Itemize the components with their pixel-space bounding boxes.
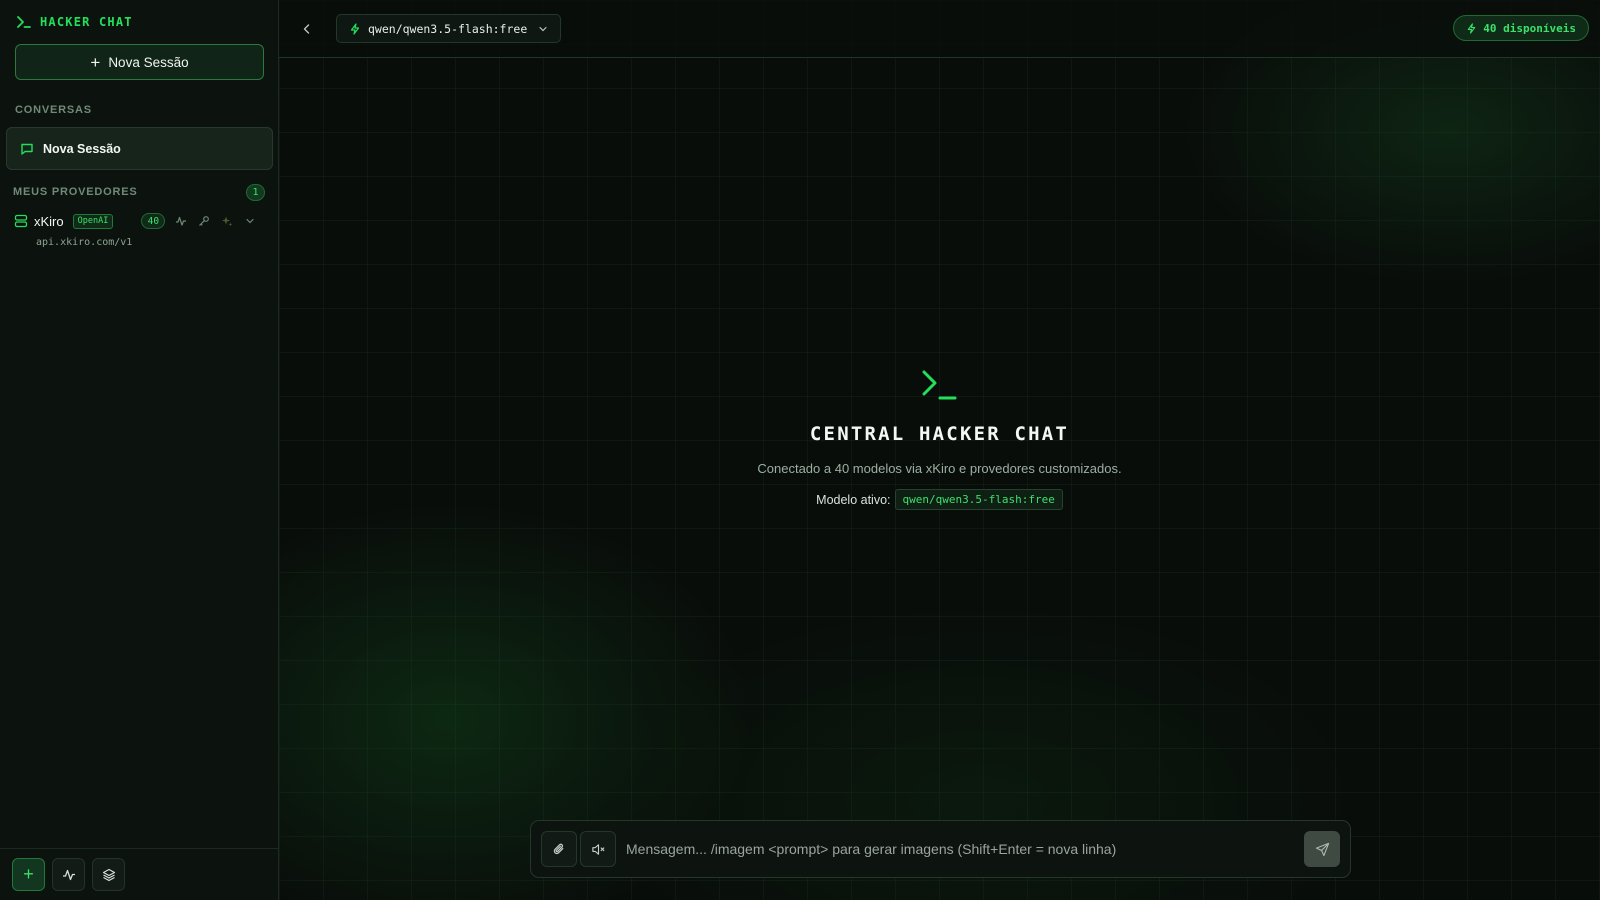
sparkles-icon[interactable] [220,214,234,228]
conversations-heading: CONVERSAS [15,104,92,116]
chevron-down-icon [538,24,548,34]
sidebar: HACKER CHAT + Nova Sessão CONVERSAS Nova… [0,0,279,900]
layers-icon [102,868,116,882]
plus-icon: + [23,864,34,884]
provider-type-badge: OpenAI [72,213,114,229]
page-title: CENTRAL HACKER CHAT [809,423,1070,445]
terminal-icon [920,368,960,404]
sidebar-footer: + [0,848,279,900]
welcome-panel: CENTRAL HACKER CHAT Conectado a 40 model… [279,368,1600,510]
provider-url: api.xkiro.com/v1 [36,237,133,248]
collapse-sidebar-button[interactable] [297,19,317,39]
top-bar: qwen/qwen3.5-flash:free 40 disponíveis [279,0,1600,58]
providers-heading: MEUS PROVEDORES [13,186,138,198]
terminal-icon [16,14,32,30]
plus-icon: + [90,52,101,72]
chevron-down-icon[interactable] [243,214,257,228]
send-icon [1315,842,1330,857]
brand: HACKER CHAT [16,14,133,30]
page-subtitle: Conectado a 40 modelos via xKiro e prove… [757,461,1122,476]
activity-icon[interactable] [174,214,188,228]
attach-button[interactable] [541,831,577,867]
paperclip-icon [552,842,567,857]
new-session-label: Nova Sessão [108,54,189,70]
mute-button[interactable] [580,831,616,867]
provider-row[interactable]: xKiro OpenAI 40 [14,211,264,231]
volume-mute-icon [591,842,606,857]
available-models-badge: 40 disponíveis [1453,15,1589,41]
message-composer [530,820,1351,878]
add-button[interactable]: + [12,858,45,891]
chevron-left-icon [301,23,313,35]
active-model-label: Modelo ativo: [816,492,891,507]
app-window: HACKER CHAT + Nova Sessão CONVERSAS Nova… [0,0,1600,900]
main-panel: qwen/qwen3.5-flash:free 40 disponíveis C… [279,0,1600,900]
available-models-label: 40 disponíveis [1483,21,1576,35]
server-icon [14,214,28,228]
activity-button[interactable] [52,858,85,891]
zap-icon [349,22,361,35]
chat-bubble-icon [20,142,34,156]
providers-count-badge: 1 [246,184,265,201]
active-model-row: Modelo ativo: qwen/qwen3.5-flash:free [816,489,1063,510]
model-selector[interactable]: qwen/qwen3.5-flash:free [336,14,562,43]
provider-name: xKiro [34,213,64,229]
brand-name: HACKER CHAT [40,15,133,29]
conversation-item[interactable]: Nova Sessão [6,127,273,170]
active-model-value: qwen/qwen3.5-flash:free [894,489,1063,510]
layers-button[interactable] [92,858,125,891]
provider-model-count: 40 [141,213,166,229]
activity-icon [62,868,76,882]
new-session-button[interactable]: + Nova Sessão [15,44,264,80]
zap-icon [1466,22,1477,34]
send-button[interactable] [1304,831,1340,867]
conversation-label: Nova Sessão [43,141,121,156]
key-icon[interactable] [197,214,211,228]
message-input[interactable] [626,831,1294,867]
selected-model-label: qwen/qwen3.5-flash:free [368,21,528,36]
